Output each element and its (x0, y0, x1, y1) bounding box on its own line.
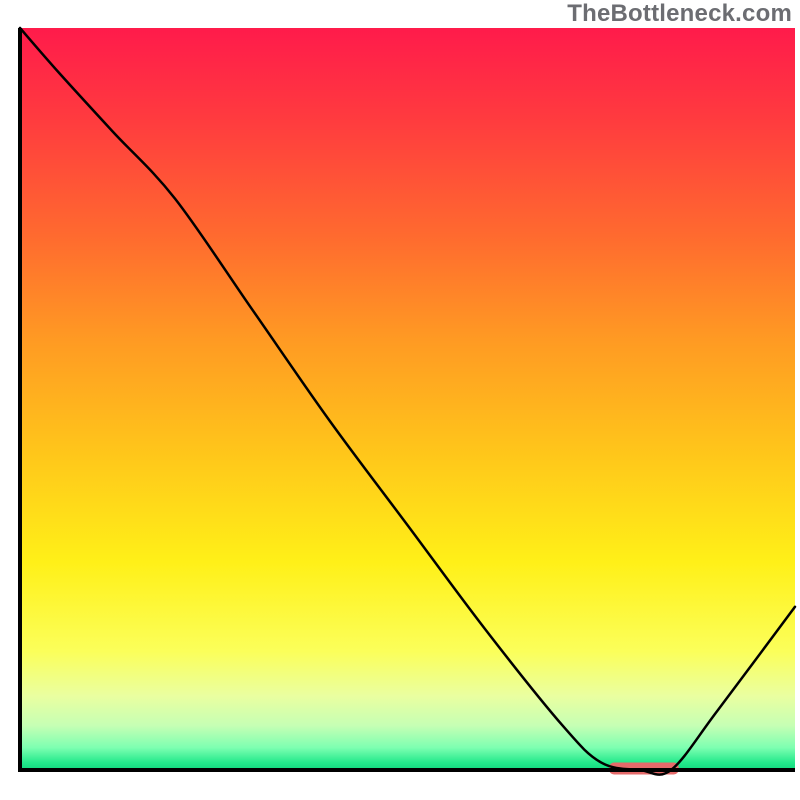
bottleneck-chart (0, 0, 800, 800)
chart-root: TheBottleneck.com (0, 0, 800, 800)
gradient-plot-area (20, 28, 795, 770)
